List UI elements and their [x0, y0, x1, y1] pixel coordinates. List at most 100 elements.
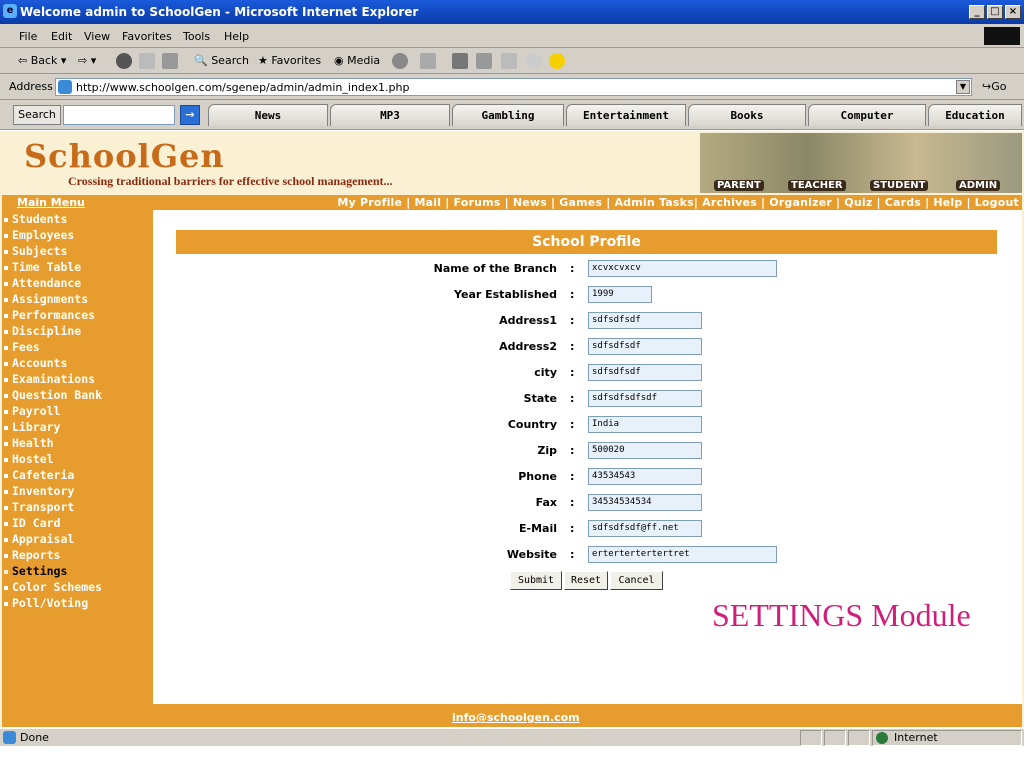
sidebar-item-reports[interactable]: Reports: [4, 548, 60, 562]
sidebar-item-id-card[interactable]: ID Card: [4, 516, 60, 530]
sidebar-item-appraisal[interactable]: Appraisal: [4, 532, 74, 546]
sidebar-item-examinations[interactable]: Examinations: [4, 372, 95, 386]
label-state: State: [523, 392, 557, 405]
label-fax: Fax: [535, 496, 557, 509]
minimize-button[interactable]: _: [969, 5, 985, 19]
submit-button[interactable]: Submit: [510, 571, 562, 590]
go-button[interactable]: ↪Go: [982, 80, 1006, 93]
sidebar-item-inventory[interactable]: Inventory: [4, 484, 74, 498]
page-status-icon: [3, 731, 16, 744]
sidebar-item-employees[interactable]: Employees: [4, 228, 74, 242]
search-bar: Search → News MP3 Gambling Entertainment…: [0, 100, 1024, 130]
module-caption: SETTINGS Module: [712, 597, 971, 633]
sidebar-item-health[interactable]: Health: [4, 436, 54, 450]
banner-parent-label[interactable]: PARENT: [714, 180, 764, 191]
site-logo[interactable]: SchoolGen: [24, 137, 225, 175]
sidebar-item-students[interactable]: Students: [4, 212, 67, 226]
banner-admin-label[interactable]: ADMIN: [956, 180, 1001, 191]
address-dropdown-icon[interactable]: ▼: [956, 80, 970, 94]
banner-teacher-label[interactable]: TEACHER: [788, 180, 846, 191]
cancel-button[interactable]: Cancel: [610, 571, 663, 590]
year-established-input[interactable]: 1999: [588, 286, 652, 303]
menu-help[interactable]: Help: [224, 30, 249, 43]
fax-input[interactable]: 34534534534: [588, 494, 702, 511]
top-navigation: Main Menu My Profile | Mail | Forums | N…: [2, 195, 1022, 210]
sidebar-item-library[interactable]: Library: [4, 420, 60, 434]
tab-books[interactable]: Books: [688, 104, 806, 126]
menu-edit[interactable]: Edit: [51, 30, 72, 43]
city-input[interactable]: sdfsdfsdf: [588, 364, 702, 381]
sidebar-item-question-bank[interactable]: Question Bank: [4, 388, 102, 402]
refresh-icon[interactable]: [139, 53, 155, 69]
sidebar-item-cafeteria[interactable]: Cafeteria: [4, 468, 74, 482]
mail-icon[interactable]: [420, 53, 436, 69]
banner-student-label[interactable]: STUDENT: [870, 180, 929, 191]
tab-computer[interactable]: Computer: [808, 104, 926, 126]
sidebar-item-performances[interactable]: Performances: [4, 308, 95, 322]
phone-input[interactable]: 43534543: [588, 468, 702, 485]
tab-entertainment[interactable]: Entertainment: [566, 104, 686, 126]
history-icon[interactable]: [392, 53, 408, 69]
search-go-arrow-icon[interactable]: →: [180, 105, 200, 125]
address-field[interactable]: http://www.schoolgen.com/sgenep/admin/ad…: [55, 78, 972, 96]
edit-icon[interactable]: [476, 53, 492, 69]
branch-name-input[interactable]: xcvxcvxcv: [588, 260, 777, 277]
address1-input[interactable]: sdfsdfsdf: [588, 312, 702, 329]
sidebar-item-hostel[interactable]: Hostel: [4, 452, 54, 466]
main-menu-link[interactable]: Main Menu: [17, 196, 85, 209]
media-toolbar-button[interactable]: ◉ Media: [334, 54, 380, 67]
tab-mp3[interactable]: MP3: [330, 104, 450, 126]
menu-tools[interactable]: Tools: [183, 30, 210, 43]
country-input[interactable]: India: [588, 416, 702, 433]
messenger-icon[interactable]: [526, 53, 542, 69]
footer-email-link[interactable]: info@schoolgen.com: [452, 711, 580, 724]
sidebar-item-accounts[interactable]: Accounts: [4, 356, 67, 370]
sidebar-item-fees[interactable]: Fees: [4, 340, 40, 354]
sidebar-item-discipline[interactable]: Discipline: [4, 324, 81, 338]
sidebar-item-color-schemes[interactable]: Color Schemes: [4, 580, 102, 594]
menu-favorites[interactable]: Favorites: [122, 30, 172, 43]
maximize-button[interactable]: □: [987, 5, 1003, 19]
tab-gambling[interactable]: Gambling: [452, 104, 564, 126]
windows-logo-icon: [984, 27, 1020, 45]
title-bar: e Welcome admin to SchoolGen - Microsoft…: [0, 0, 1024, 24]
label-website: Website: [506, 548, 557, 561]
sidebar-item-attendance[interactable]: Attendance: [4, 276, 81, 290]
reset-button[interactable]: Reset: [564, 571, 608, 590]
sidebar-item-time-table[interactable]: Time Table: [4, 260, 81, 274]
favorites-toolbar-button[interactable]: ★ Favorites: [258, 54, 321, 67]
stop-icon[interactable]: [116, 53, 132, 69]
menu-view[interactable]: View: [84, 30, 110, 43]
colon: :: [570, 392, 575, 405]
sidebar-item-poll-voting[interactable]: Poll/Voting: [4, 596, 88, 610]
label-address2: Address2: [499, 340, 557, 353]
email-input[interactable]: sdfsdfsdf@ff.net: [588, 520, 702, 537]
discuss-icon[interactable]: [501, 53, 517, 69]
search-label-button[interactable]: Search: [13, 105, 61, 125]
search-input[interactable]: [63, 105, 175, 125]
sidebar-item-payroll[interactable]: Payroll: [4, 404, 60, 418]
smiley-icon[interactable]: [549, 53, 565, 69]
top-nav-links[interactable]: My Profile | Mail | Forums | News | Game…: [337, 196, 1019, 209]
zip-input[interactable]: 500020: [588, 442, 702, 459]
sidebar-item-settings[interactable]: Settings: [4, 564, 67, 578]
print-icon[interactable]: [452, 53, 468, 69]
close-button[interactable]: ×: [1005, 5, 1021, 19]
address2-input[interactable]: sdfsdfsdf: [588, 338, 702, 355]
tab-education[interactable]: Education: [928, 104, 1022, 126]
sidebar-item-transport[interactable]: Transport: [4, 500, 74, 514]
state-input[interactable]: sdfsdfsdfsdf: [588, 390, 702, 407]
menu-file[interactable]: File: [19, 30, 37, 43]
back-button[interactable]: ⇦ Back ▾: [18, 54, 66, 67]
main-content: School Profile Name of the Branch : xcvx…: [153, 210, 1022, 704]
home-icon[interactable]: [162, 53, 178, 69]
search-toolbar-button[interactable]: 🔍 Search: [194, 54, 249, 67]
status-text: Done: [20, 731, 49, 744]
tab-news[interactable]: News: [208, 104, 328, 126]
sidebar-item-assignments[interactable]: Assignments: [4, 292, 88, 306]
forward-button[interactable]: ⇨ ▾: [78, 54, 96, 67]
website-input[interactable]: ertertertertertret: [588, 546, 777, 563]
sidebar-item-subjects[interactable]: Subjects: [4, 244, 67, 258]
zone-text: Internet: [894, 731, 938, 744]
status-bar: Done Internet: [0, 728, 1024, 746]
